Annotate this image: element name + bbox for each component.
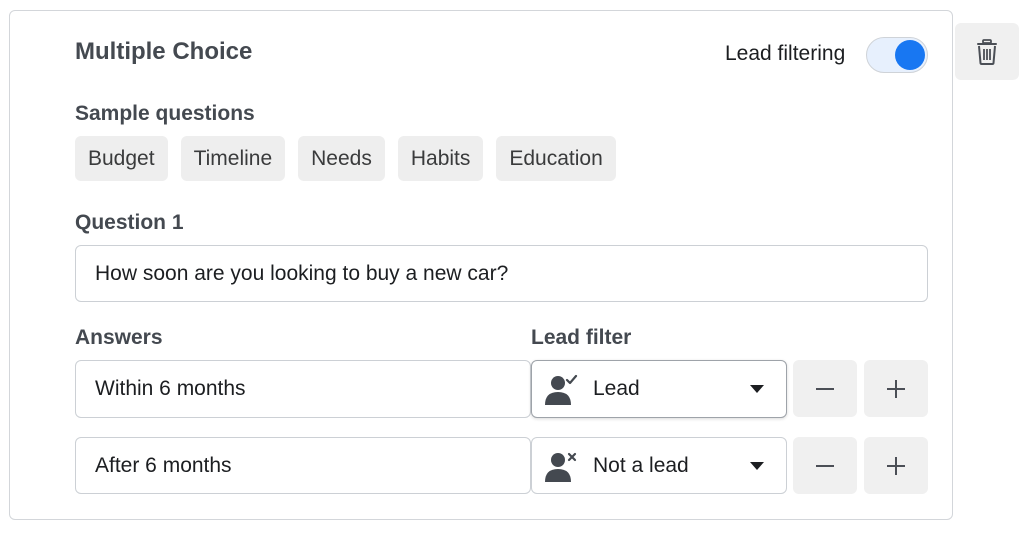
sample-questions-label: Sample questions [75,102,255,125]
user-x-icon [545,452,577,482]
trash-icon [977,38,997,65]
chip-timeline[interactable]: Timeline [180,136,286,181]
add-answer-button-2[interactable] [864,437,928,494]
question-input[interactable]: How soon are you looking to buy a new ca… [75,245,928,302]
plus-icon [887,456,905,475]
lead-filter-value-2: Not a lead [593,453,689,477]
remove-answer-button-2[interactable] [793,437,857,494]
minus-icon [816,464,834,467]
answer-input-1[interactable]: Within 6 months [75,360,531,418]
chip-habits[interactable]: Habits [397,136,484,181]
remove-answer-button-1[interactable] [793,360,857,417]
delete-question-button[interactable] [955,23,1019,80]
chip-budget[interactable]: Budget [75,136,168,181]
sample-question-chips: Budget Timeline Needs Habits Education [75,136,616,181]
card-title: Multiple Choice [75,38,253,65]
chip-needs[interactable]: Needs [298,136,385,181]
plus-icon [887,379,905,398]
lead-filter-select-2[interactable]: Not a lead [531,437,787,494]
add-answer-button-1[interactable] [864,360,928,417]
toggle-knob [895,40,925,70]
lead-filter-select-1[interactable]: Lead [531,360,787,418]
chevron-down-icon [750,462,764,470]
minus-icon [816,387,834,390]
chevron-down-icon [750,385,764,393]
question-label: Question 1 [75,211,184,234]
lead-filtering-label: Lead filtering [725,42,846,65]
answers-label: Answers [75,326,163,349]
lead-filter-label: Lead filter [531,326,632,349]
user-check-icon [545,374,578,405]
lead-filtering-toggle[interactable] [866,37,928,73]
answer-input-2[interactable]: After 6 months [75,437,531,494]
chip-education[interactable]: Education [496,136,616,181]
lead-filter-value-1: Lead [593,377,640,400]
